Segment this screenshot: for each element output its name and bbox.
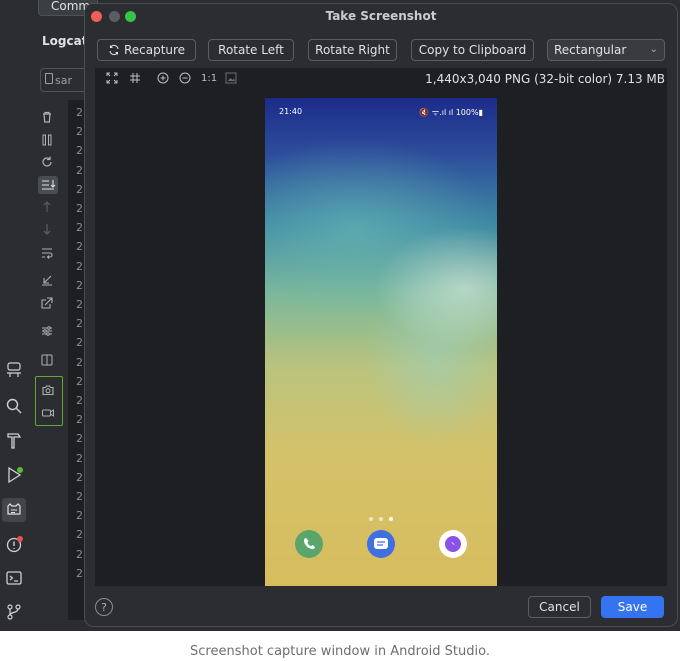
arrow-down-icon[interactable] <box>40 222 56 236</box>
refresh-icon <box>108 42 120 62</box>
background-toggle-icon[interactable] <box>225 72 237 84</box>
image-toolbar: 1:1 1,440x3,040 PNG (32-bit color) 7.13 … <box>95 68 667 90</box>
export-icon[interactable] <box>40 296 56 310</box>
grid-icon[interactable] <box>129 72 141 84</box>
soft-wrap-icon[interactable] <box>40 246 56 260</box>
log-line: 2 <box>76 336 83 350</box>
import-icon[interactable] <box>40 273 56 287</box>
zoom-out-icon[interactable] <box>179 72 191 84</box>
log-line: 2 <box>76 163 83 177</box>
scroll-to-end-icon[interactable] <box>38 176 58 194</box>
phone-screenshot: 21:40 🔇 ᯤ.ıl ıl 100%▮ <box>265 98 497 586</box>
log-line: 2 <box>76 298 83 311</box>
log-line: 2 <box>76 432 83 446</box>
page-dot <box>379 517 383 521</box>
status-indicators: 🔇 ᯤ.ıl ıl 100%▮ <box>419 108 483 117</box>
pause-icon[interactable] <box>40 133 56 147</box>
split-panel-icon[interactable] <box>40 353 56 367</box>
chevron-down-icon: ⌄ <box>649 44 658 55</box>
page-dot <box>369 517 373 521</box>
recapture-label: Recapture <box>123 43 186 57</box>
log-line: 2 <box>76 259 83 273</box>
take-screenshot-dialog: Take Screenshot Recapture Rotate Left Ro… <box>84 3 678 627</box>
rotate-right-button[interactable]: Rotate Right <box>308 39 397 61</box>
phone-app-icon <box>295 530 323 558</box>
log-line: 2 <box>76 106 83 119</box>
android-studio-window: Comm Logcat sar 222222222222222222222222… <box>0 0 680 631</box>
log-line: 2 <box>76 528 83 542</box>
log-line: 2 <box>76 509 83 523</box>
filter-icon <box>45 73 53 84</box>
settings-sliders-icon[interactable] <box>40 324 56 338</box>
log-line: 2 <box>76 221 83 235</box>
log-line: 2 <box>76 374 83 388</box>
log-line: 2 <box>76 202 83 215</box>
problems-icon[interactable] <box>4 534 24 554</box>
status-time: 21:40 <box>279 107 303 116</box>
log-line: 2 <box>76 125 83 139</box>
page-indicator <box>265 506 497 525</box>
actual-size-button[interactable]: 1:1 <box>201 73 217 84</box>
image-info: 1,440x3,040 PNG (32-bit color) 7.13 MB <box>425 72 665 86</box>
help-button[interactable]: ? <box>95 598 113 616</box>
frame-type-value: Rectangular <box>554 43 627 57</box>
page-dot-active <box>389 517 393 521</box>
recapture-button[interactable]: Recapture <box>97 39 196 61</box>
screenshot-preview: 21:40 🔇 ᯤ.ıl ıl 100%▮ <box>95 90 667 586</box>
dialog-title: Take Screenshot <box>325 9 437 23</box>
log-line: 2 <box>76 470 83 484</box>
log-line: 2 <box>76 144 83 158</box>
log-line: 2 <box>76 240 83 254</box>
messages-app-icon <box>367 530 395 558</box>
log-line: 2 <box>76 278 83 292</box>
run-icon[interactable] <box>4 465 24 485</box>
cancel-button[interactable]: Cancel <box>528 596 591 618</box>
camera-icon[interactable] <box>41 383 57 397</box>
copy-to-clipboard-button[interactable]: Copy to Clipboard <box>411 39 534 61</box>
search-icon[interactable] <box>4 396 24 416</box>
terminal-icon[interactable] <box>4 568 24 588</box>
log-line: 2 <box>76 317 83 331</box>
logcat-tool-icon[interactable] <box>2 498 26 522</box>
save-button[interactable]: Save <box>601 596 664 618</box>
version-control-icon[interactable] <box>4 602 24 622</box>
log-line: 2 <box>76 451 83 465</box>
logcat-title: Logcat <box>42 34 88 48</box>
log-line: 2 <box>76 547 83 561</box>
log-line: 2 <box>76 182 83 196</box>
layout-inspector-icon[interactable] <box>4 360 24 380</box>
zoom-in-icon[interactable] <box>157 72 169 84</box>
rotate-left-button[interactable]: Rotate Left <box>208 39 294 61</box>
log-line: 2 <box>76 394 83 407</box>
clear-logcat-icon[interactable] <box>40 110 56 124</box>
fit-screen-icon[interactable] <box>106 72 118 84</box>
filter-text: sar <box>55 74 72 87</box>
video-record-icon[interactable] <box>41 406 57 420</box>
build-hammer-icon[interactable] <box>4 430 24 450</box>
restart-icon[interactable] <box>40 155 56 169</box>
log-line: 2 <box>76 566 83 580</box>
frame-type-select[interactable]: Rectangular ⌄ <box>547 39 665 61</box>
messenger-app-icon <box>439 530 467 558</box>
log-line: 2 <box>76 490 83 503</box>
figure-caption: Screenshot capture window in Android Stu… <box>190 644 490 659</box>
log-line: 2 <box>76 413 83 427</box>
arrow-up-icon[interactable] <box>40 200 56 214</box>
dialog-titlebar: Take Screenshot <box>85 4 677 30</box>
log-line: 2 <box>76 355 83 369</box>
